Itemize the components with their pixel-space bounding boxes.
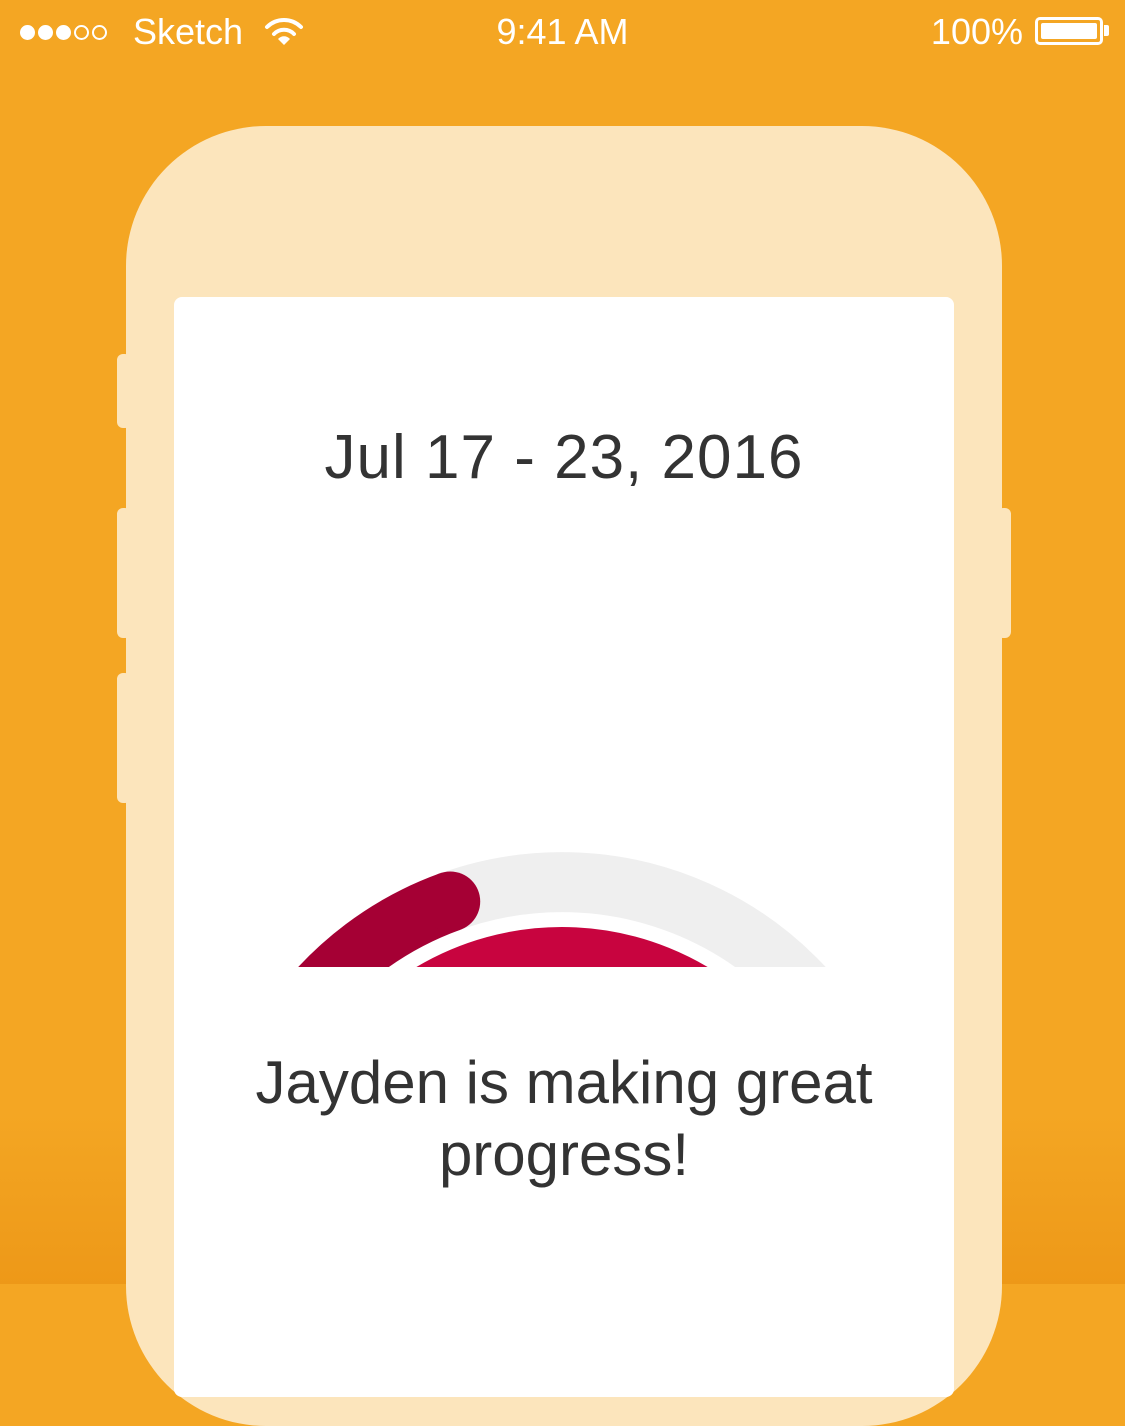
progress-rings-chart (298, 852, 826, 967)
ring-progress-outer (298, 873, 461, 967)
progress-message: Jayden is making great progress! (255, 1049, 873, 1188)
date-range-title: Jul 17 - 23, 2016 (324, 423, 804, 492)
ring-end-cap-outer (420, 871, 481, 932)
battery-percentage: 100% (930, 11, 1023, 52)
battery-level-fill (1041, 23, 1097, 39)
phone-screen: Jul 17 - 23, 2016 Jayden is making great… (174, 297, 954, 1397)
battery-tip (1104, 25, 1109, 36)
status-bar: Sketch 9:41 AM 100% (0, 0, 1125, 64)
battery-icon (1035, 17, 1103, 45)
